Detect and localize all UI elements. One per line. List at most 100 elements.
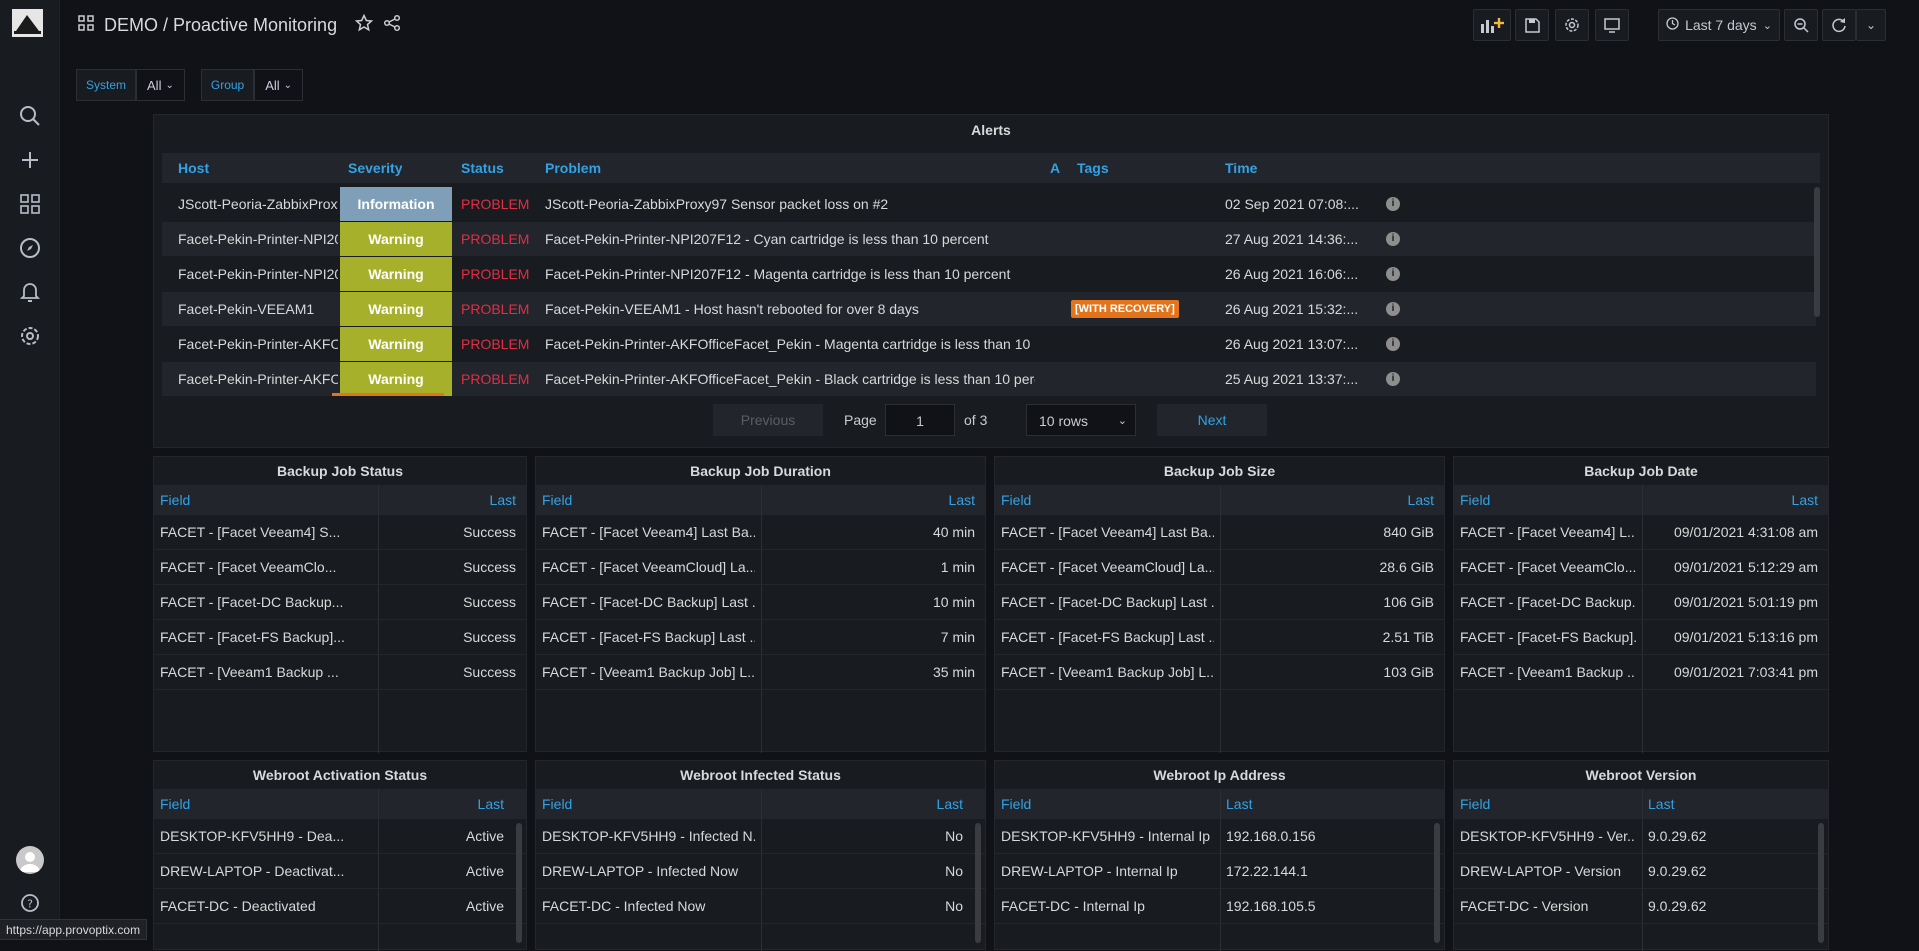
column-field[interactable]: Field (542, 789, 572, 819)
column-last[interactable]: Last (1792, 485, 1818, 515)
table-row[interactable]: FACET-DC - Internal Ip 192.168.105.5 (995, 889, 1444, 924)
table-row[interactable]: FACET - [Facet Veeam4] Last Ba... 840 GiB (995, 515, 1444, 550)
rows-per-page-select[interactable]: 10 rows ⌄ (1026, 404, 1136, 436)
bell-icon[interactable] (15, 277, 45, 307)
table-scrollbar[interactable] (975, 823, 981, 943)
table-row[interactable]: FACET - [Facet-FS Backup]... 09/01/2021 5… (1454, 620, 1828, 655)
table-row[interactable]: DREW-LAPTOP - Version 9.0.29.62 (1454, 854, 1828, 889)
add-panel-button[interactable] (1473, 9, 1511, 41)
info-icon[interactable]: i (1386, 267, 1400, 281)
alert-row[interactable]: Facet-Pekin-Printer-NPI207F12Warning PROB… (162, 222, 1816, 256)
table-row[interactable]: FACET - [Facet VeeamClo... 09/01/2021 5:1… (1454, 550, 1828, 585)
table-row[interactable]: FACET - [Facet-DC Backup] Last ... 10 min (536, 585, 985, 620)
dashboards-icon[interactable] (15, 189, 45, 219)
table-row[interactable]: FACET - [Facet-DC Backup] Last ... 106 Gi… (995, 585, 1444, 620)
help-icon[interactable]: ? (15, 888, 45, 918)
table-row[interactable]: FACET - [Facet-DC Backup... Success (154, 585, 526, 620)
info-icon[interactable]: i (1386, 302, 1400, 316)
explore-icon[interactable] (15, 233, 45, 263)
table-row[interactable]: DESKTOP-KFV5HH9 - Ver... 9.0.29.62 (1454, 819, 1828, 854)
breadcrumb[interactable]: DEMO / Proactive Monitoring (104, 15, 337, 36)
column-severity[interactable]: Severity (348, 160, 402, 176)
table-row[interactable]: FACET - [Veeam1 Backup Job] L... 35 min (536, 655, 985, 690)
table-scrollbar[interactable] (516, 823, 522, 943)
plus-icon[interactable] (15, 145, 45, 175)
column-last[interactable]: Last (937, 789, 963, 819)
table-row[interactable]: FACET - [Facet-FS Backup]... Success (154, 620, 526, 655)
gear-icon[interactable] (15, 321, 45, 351)
table-row[interactable]: FACET - [Veeam1 Backup Job] L... 103 GiB (995, 655, 1444, 690)
column-field[interactable]: Field (160, 789, 190, 819)
table-row[interactable]: FACET - [Facet Veeam4] S... Success (154, 515, 526, 550)
table-row[interactable]: DESKTOP-KFV5HH9 - Infected N... No (536, 819, 985, 854)
alert-row[interactable]: Facet-Pekin-Printer-AKFOfficeFacet_Pekin… (162, 327, 1816, 361)
column-field[interactable]: Field (542, 485, 572, 515)
column-time[interactable]: Time (1225, 160, 1257, 176)
column-host[interactable]: Host (178, 160, 209, 176)
table-row[interactable]: FACET-DC - Version 9.0.29.62 (1454, 889, 1828, 924)
column-problem[interactable]: Problem (545, 160, 601, 176)
table-row[interactable]: FACET - [Facet VeeamCloud] La... 1 min (536, 550, 985, 585)
table-row[interactable]: FACET - [Veeam1 Backup ... Success (154, 655, 526, 690)
time-picker-button[interactable]: Last 7 days ⌄ (1658, 9, 1780, 41)
table-row[interactable]: FACET - [Facet-DC Backup... 09/01/2021 5:… (1454, 585, 1828, 620)
zoom-out-icon[interactable] (1784, 9, 1818, 41)
alert-row[interactable]: Facet-Pekin-VEEAM1 Warning PROBLEM Facet-Pe… (162, 292, 1816, 326)
column-last[interactable]: Last (1408, 485, 1434, 515)
table-row[interactable]: FACET - [Veeam1 Backup ... 09/01/2021 7:0… (1454, 655, 1828, 690)
refresh-interval-chevron-icon[interactable]: ⌄ (1856, 9, 1886, 41)
refresh-icon[interactable] (1822, 9, 1856, 41)
search-icon[interactable] (15, 101, 45, 131)
variable-select-group[interactable]: All ⌄ (254, 69, 304, 101)
table-row[interactable]: FACET - [Facet Veeam4] Last Ba... 40 min (536, 515, 985, 550)
column-field[interactable]: Field (1460, 789, 1490, 819)
alert-tag[interactable]: [WITH RECOVERY] (1071, 300, 1179, 318)
tv-mode-icon[interactable] (1595, 9, 1629, 41)
info-icon[interactable]: i (1386, 197, 1400, 211)
share-icon[interactable] (383, 14, 401, 37)
column-ack[interactable]: A (1050, 160, 1060, 176)
avatar[interactable] (16, 846, 44, 874)
table-row[interactable]: FACET - [Facet VeeamCloud] La... 28.6 GiB (995, 550, 1444, 585)
column-field[interactable]: Field (1001, 789, 1031, 819)
column-status[interactable]: Status (461, 160, 504, 176)
table-scrollbar[interactable] (1818, 823, 1824, 943)
previous-button[interactable]: Previous (713, 404, 823, 436)
table-row[interactable]: DREW-LAPTOP - Internal Ip 172.22.144.1 (995, 854, 1444, 889)
alerts-scrollbar[interactable] (1814, 187, 1820, 317)
table-row[interactable]: DREW-LAPTOP - Infected Now No (536, 854, 985, 889)
variable-select-system[interactable]: All ⌄ (136, 69, 185, 101)
column-field[interactable]: Field (160, 485, 190, 515)
next-button[interactable]: Next (1157, 404, 1267, 436)
info-icon[interactable]: i (1386, 232, 1400, 246)
table-row[interactable]: FACET-DC - Deactivated Active (154, 889, 526, 924)
star-icon[interactable] (354, 13, 374, 37)
alert-row[interactable]: Facet-Pekin-Printer-NPI207F12Warning PROB… (162, 257, 1816, 291)
column-tags[interactable]: Tags (1077, 160, 1109, 176)
table-scrollbar[interactable] (1434, 823, 1440, 943)
column-last[interactable]: Last (478, 789, 504, 819)
page-input[interactable]: 1 (885, 404, 955, 436)
save-icon[interactable] (1515, 9, 1549, 41)
settings-gear-icon[interactable] (1555, 9, 1589, 41)
table-row[interactable]: FACET - [Facet-FS Backup] Last ... 2.51 T… (995, 620, 1444, 655)
table-row[interactable]: FACET - [Facet Veeam4] L... 09/01/2021 4:… (1454, 515, 1828, 550)
alert-row[interactable]: JScott-Peoria-ZabbixProxy97Information PR… (162, 187, 1816, 221)
column-last[interactable]: Last (1226, 789, 1252, 819)
table-row[interactable]: FACET-DC - Infected Now No (536, 889, 985, 924)
alert-time: 02 Sep 2021 07:08:... (1225, 196, 1359, 212)
column-last[interactable]: Last (490, 485, 516, 515)
column-field[interactable]: Field (1460, 485, 1490, 515)
column-last[interactable]: Last (1648, 789, 1674, 819)
table-row[interactable]: FACET - [Facet VeeamClo... Success (154, 550, 526, 585)
app-logo[interactable] (12, 9, 43, 37)
table-row[interactable]: DESKTOP-KFV5HH9 - Dea... Active (154, 819, 526, 854)
table-row[interactable]: FACET - [Facet-FS Backup] Last ... 7 min (536, 620, 985, 655)
column-field[interactable]: Field (1001, 485, 1031, 515)
table-row[interactable]: DREW-LAPTOP - Deactivat... Active (154, 854, 526, 889)
alert-row[interactable]: Facet-Pekin-Printer-AKFOfficeFacet_Pekin… (162, 362, 1816, 396)
column-last[interactable]: Last (949, 485, 975, 515)
info-icon[interactable]: i (1386, 337, 1400, 351)
info-icon[interactable]: i (1386, 372, 1400, 386)
table-row[interactable]: DESKTOP-KFV5HH9 - Internal Ip 192.168.0.1… (995, 819, 1444, 854)
